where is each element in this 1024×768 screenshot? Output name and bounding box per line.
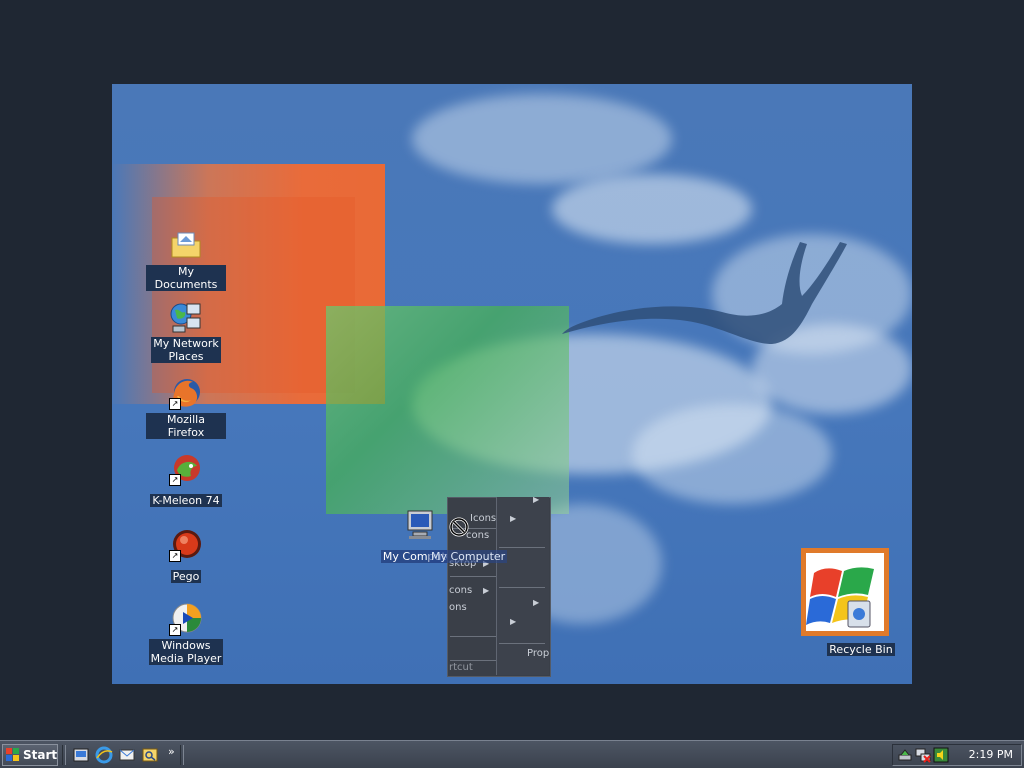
desktop-icon-label: Mozilla Firefox: [146, 413, 226, 439]
screen: My Documents My Network Places ↗ Mozilla…: [0, 0, 1024, 768]
desktop-icon-label: My Network Places: [151, 337, 221, 363]
menu-item-icons[interactable]: Icons: [470, 513, 496, 524]
menu-separator: [450, 636, 496, 637]
desktop-icon-label: My Documents: [146, 265, 226, 291]
network-places-icon: [169, 300, 203, 334]
desktop-icon-recycle-bin[interactable]: [801, 548, 889, 636]
firefox-icon: ↗: [169, 376, 203, 410]
network-disconnected-tray-icon[interactable]: [915, 747, 931, 763]
menu-separator: [499, 643, 545, 644]
menu-item-properties[interactable]: Prop: [527, 648, 549, 659]
recycle-bin-icon: [806, 553, 884, 631]
submenu-arrow-icon: ▶: [483, 586, 490, 595]
desktop-icon-kmeleon[interactable]: ↗ K-Meleon 74: [146, 452, 226, 508]
taskbar-clock[interactable]: 2:19 PM: [969, 748, 1013, 761]
flying-figure-silhouette: [562, 242, 847, 344]
menu-separator: [499, 547, 545, 548]
media-player-icon: ↗: [169, 602, 203, 636]
folder-documents-icon: [169, 228, 203, 262]
submenu-arrow-icon: ▶: [533, 495, 540, 504]
wallpaper-cloud: [632, 404, 832, 504]
shortcut-arrow-icon: ↗: [169, 624, 181, 636]
desktop-icon-label: Recycle Bin: [827, 643, 895, 656]
start-button[interactable]: Start: [2, 744, 58, 766]
taskbar-separator: [62, 745, 66, 765]
system-tray: 2:19 PM: [892, 744, 1022, 766]
no-drop-cursor-icon: [449, 517, 469, 537]
shortcut-arrow-icon: ↗: [169, 474, 181, 486]
show-desktop-icon[interactable]: [72, 746, 90, 764]
shortcut-arrow-icon: ↗: [169, 550, 181, 562]
menu-item-ons[interactable]: ons: [449, 602, 467, 613]
search-explorer-icon[interactable]: [141, 746, 159, 764]
shortcut-arrow-icon: ↗: [169, 398, 181, 410]
network-tray-icon[interactable]: [897, 747, 913, 763]
desktop-icon-my-network-places[interactable]: My Network Places: [146, 300, 226, 364]
desktop-icon-pego[interactable]: ↗ Pego: [146, 528, 226, 584]
submenu-arrow-icon: ▶: [510, 617, 517, 626]
desktop-icon-label: Pego: [170, 570, 202, 583]
recycle-bin-label-wrap: Recycle Bin: [821, 638, 901, 657]
quick-launch-chevron[interactable]: »: [168, 745, 175, 758]
wallpaper-cloud: [412, 94, 672, 184]
volume-tray-icon[interactable]: [933, 747, 949, 763]
drag-ghost-label: My Computer: [429, 550, 508, 563]
outlook-express-icon[interactable]: [118, 746, 136, 764]
pego-icon: ↗: [169, 528, 203, 562]
menu-item-cons-2[interactable]: cons: [449, 585, 472, 596]
desktop-icon-mozilla-firefox[interactable]: ↗ Mozilla Firefox: [146, 376, 226, 440]
menu-separator: [499, 587, 545, 588]
taskbar-separator: [180, 745, 184, 765]
desktop-icon-my-documents[interactable]: My Documents: [146, 228, 226, 292]
kmeleon-icon: ↗: [169, 452, 203, 486]
menu-separator: [450, 576, 496, 577]
submenu-arrow-icon: ▶: [510, 514, 517, 523]
menu-item-cons[interactable]: cons: [466, 530, 489, 541]
taskbar: Start » 2:19 PM: [0, 740, 1024, 768]
wallpaper-green-square: [326, 306, 569, 514]
menu-item-shortcut[interactable]: rtcut: [449, 662, 473, 673]
internet-explorer-icon[interactable]: [95, 746, 113, 764]
desktop-icon-label: K-Meleon 74: [150, 494, 222, 507]
menu-separator: [450, 660, 496, 661]
desktop-icon-label: Windows Media Player: [148, 639, 224, 665]
start-label: Start: [23, 748, 58, 762]
submenu-arrow-icon: ▶: [533, 598, 540, 607]
desktop-icon-windows-media-player[interactable]: ↗ Windows Media Player: [146, 602, 226, 666]
windows-flag-icon: [6, 748, 19, 761]
computer-icon: [403, 508, 437, 542]
